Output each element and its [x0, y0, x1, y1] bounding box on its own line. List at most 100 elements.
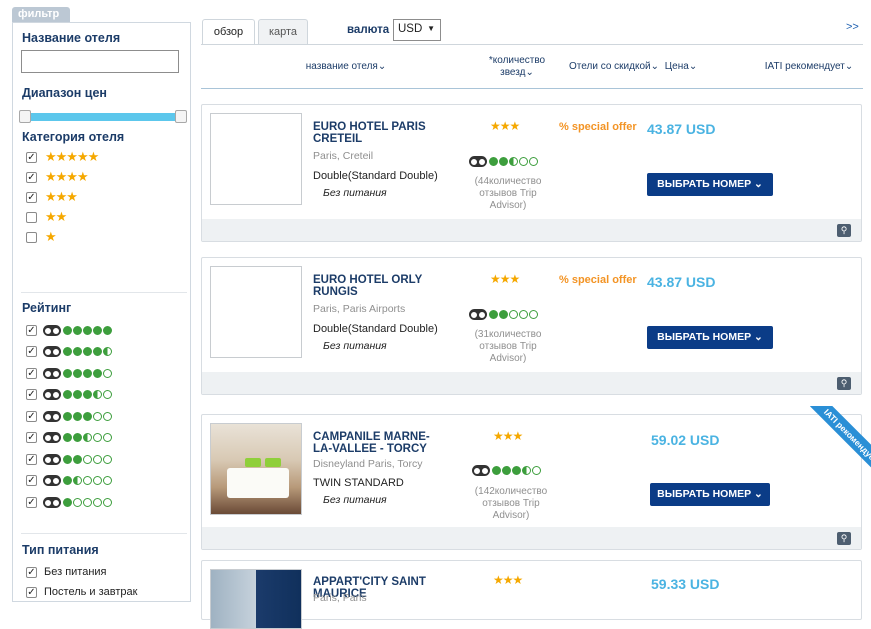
meal-checkbox[interactable]: ✓ [26, 566, 37, 578]
rating-bubble-icon [93, 411, 102, 421]
hotel-name-link[interactable]: EURO HOTEL ORLY RUNGIS [313, 274, 443, 298]
category-checkbox[interactable]: ✓ [26, 191, 37, 203]
hotel-price: 43.87 USD [647, 121, 716, 137]
magnifier-icon[interactable]: ⚲ [837, 377, 851, 390]
tripadvisor-rating [43, 324, 113, 336]
currency-select[interactable]: USD ▼ [393, 19, 441, 41]
rating-bubble-icon [93, 497, 102, 507]
rating-checkbox[interactable]: ✓ [26, 389, 37, 400]
currency-value: USD [398, 23, 423, 35]
category-filter-row[interactable]: ★ [26, 227, 57, 247]
tripadvisor-rating [43, 475, 113, 486]
rating-bubble-icon [83, 497, 92, 507]
select-room-button[interactable]: ВЫБРАТЬ НОМЕР ⌄ [647, 173, 773, 196]
rating-bubble-icon [103, 325, 112, 335]
rating-filter-row[interactable]: ✓ [26, 428, 113, 448]
tripadvisor-rating [43, 432, 113, 443]
rating-checkbox[interactable]: ✓ [26, 496, 37, 508]
hotel-photo[interactable] [210, 423, 302, 515]
hotel-location: Paris, Creteil [313, 150, 374, 162]
tripadvisor-review-count[interactable]: (31количество отзывов Trip Advisor) [465, 329, 551, 365]
rating-checkbox[interactable]: ✓ [26, 410, 37, 422]
rating-bubble-icon [103, 368, 112, 378]
select-room-button[interactable]: ВЫБРАТЬ НОМЕР ⌄ [647, 326, 773, 349]
hotel-price: 59.02 USD [651, 432, 720, 448]
hotel-name-input[interactable] [21, 50, 179, 73]
tab-map[interactable]: карта [258, 19, 308, 44]
meal-type: Без питания [323, 340, 387, 352]
category-checkbox[interactable] [26, 211, 37, 223]
tripadvisor-rating [469, 309, 539, 320]
sort-by-name[interactable]: название отеля⌄ [300, 61, 392, 72]
rating-bubble-icon [73, 390, 82, 399]
hotel-photo[interactable] [210, 569, 302, 629]
hotel-name-link[interactable]: CAMPANILE MARNE-LA-VALLEE - TORCY [313, 431, 443, 455]
tripadvisor-owl-icon [472, 465, 490, 476]
sort-by-price[interactable]: Цена⌄ [662, 61, 700, 72]
sort-by-recommended[interactable]: IATI рекомендует⌄ [759, 61, 859, 72]
rating-bubble-icon [103, 411, 112, 421]
rating-checkbox[interactable]: ✓ [26, 324, 37, 336]
rating-bubble-icon [103, 476, 112, 485]
rating-filter-row[interactable]: ✓ [26, 471, 113, 491]
hotel-photo-pillow [245, 458, 261, 467]
tripadvisor-owl-icon [469, 156, 487, 167]
category-filter-row[interactable]: ✓ ★★★★ [26, 167, 89, 187]
hotel-name-link[interactable]: EURO HOTEL PARIS CRETEIL [313, 121, 443, 145]
sort-by-discount[interactable]: Отели со скидкой⌄ [563, 61, 665, 72]
price-min-handle[interactable] [19, 110, 31, 123]
rating-checkbox[interactable]: ✓ [26, 367, 37, 379]
tab-overview[interactable]: обзор [202, 19, 255, 44]
category-stars: ★★ [45, 209, 67, 224]
magnifier-icon[interactable]: ⚲ [837, 224, 851, 237]
rating-bubble-icon [63, 476, 72, 485]
filter-panel: Название отеля Диапазон цен Категория от… [12, 22, 191, 602]
rating-checkbox[interactable]: ✓ [26, 432, 37, 443]
hotel-location: Paris, Paris [313, 592, 367, 604]
meal-label: Постель и завтрак [44, 586, 138, 598]
category-checkbox[interactable]: ✓ [26, 151, 37, 163]
select-room-button[interactable]: ВЫБРАТЬ НОМЕР ⌄ [650, 483, 770, 506]
rating-bubble-icon [83, 433, 92, 442]
rating-checkbox[interactable]: ✓ [26, 346, 37, 357]
room-type: Double(Standard Double) [313, 170, 438, 182]
rating-bubble-icon [532, 466, 541, 475]
rating-filter-row[interactable]: ✓ [26, 342, 113, 362]
category-filter-row[interactable]: ✓ ★★★★★ [26, 147, 99, 167]
rating-filter-row[interactable]: ✓ [26, 320, 113, 340]
meal-filter-row[interactable]: ✓ Постель и завтрак [26, 582, 137, 602]
magnifier-icon[interactable]: ⚲ [837, 532, 851, 545]
hotel-price: 43.87 USD [647, 274, 716, 290]
rating-filter-row[interactable]: ✓ [26, 449, 113, 469]
meal-filter-row[interactable]: ✓ Без питания [26, 562, 107, 582]
rating-filter-row[interactable]: ✓ [26, 492, 113, 512]
tripadvisor-review-count[interactable]: (142количество отзывов Trip Advisor) [468, 486, 554, 522]
rating-filter-row[interactable]: ✓ [26, 385, 113, 405]
rating-checkbox[interactable]: ✓ [26, 453, 37, 465]
hotel-thumbnail[interactable] [210, 266, 302, 358]
filter-tab[interactable]: фильтр [12, 7, 70, 22]
rating-filter-row[interactable]: ✓ [26, 363, 113, 383]
meal-checkbox[interactable]: ✓ [26, 586, 37, 598]
price-max-handle[interactable] [175, 110, 187, 123]
tripadvisor-review-count[interactable]: (44количество отзывов Trip Advisor) [465, 176, 551, 212]
rating-bubble-icon [93, 390, 102, 399]
rating-checkbox[interactable]: ✓ [26, 475, 37, 486]
rating-bubble-icon [63, 325, 72, 335]
rating-bubble-icon [63, 411, 72, 421]
expand-link[interactable]: >> [846, 21, 859, 33]
hotel-thumbnail[interactable] [210, 113, 302, 205]
category-checkbox[interactable]: ✓ [26, 171, 37, 183]
price-range-slider[interactable] [19, 110, 187, 123]
category-stars: ★ [45, 229, 57, 244]
category-filter-row[interactable]: ★★ [26, 207, 67, 227]
card-footer: ⚲ [202, 372, 861, 394]
sort-bar-underline [201, 88, 863, 89]
category-stars: ★★★★★ [45, 149, 99, 164]
room-type: Double(Standard Double) [313, 323, 438, 335]
category-filter-row[interactable]: ✓ ★★★ [26, 187, 78, 207]
category-checkbox[interactable] [26, 231, 37, 243]
sort-by-stars[interactable]: *количество звезд⌄ [478, 55, 556, 79]
rating-bubble-icon [489, 157, 498, 166]
rating-filter-row[interactable]: ✓ [26, 406, 113, 426]
